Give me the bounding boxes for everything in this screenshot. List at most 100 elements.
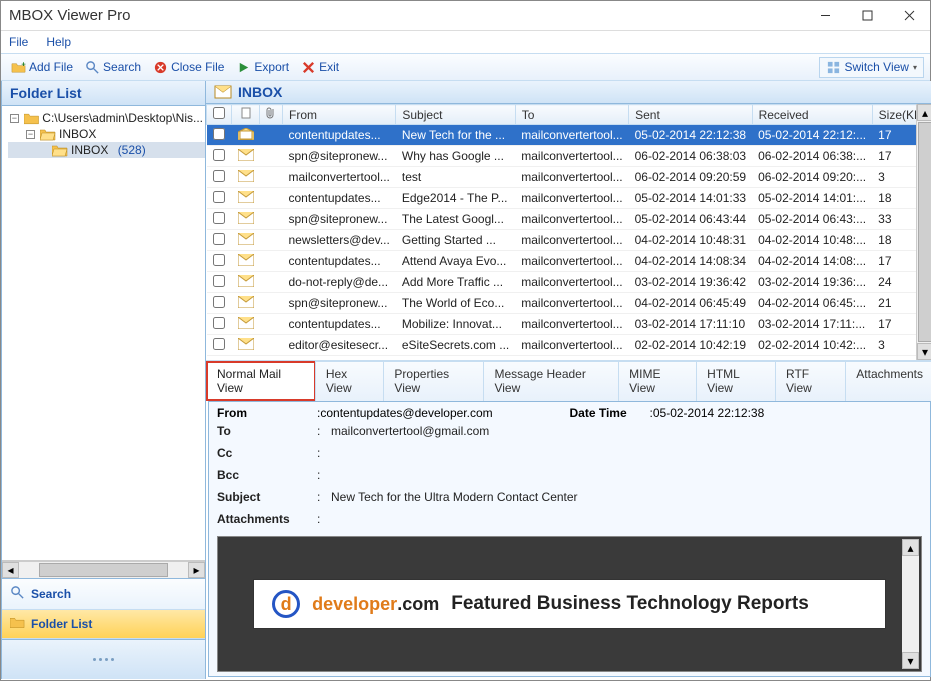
scroll-down-icon[interactable]: ▾ — [917, 343, 931, 360]
scroll-thumb[interactable] — [918, 122, 931, 342]
developer-logo-icon: d — [272, 590, 300, 618]
menu-help[interactable]: Help — [46, 35, 71, 49]
panel-handle[interactable] — [2, 639, 205, 679]
cell-received: 06-02-2014 09:20:... — [752, 167, 872, 188]
tree-inbox[interactable]: − INBOX — [8, 126, 205, 142]
row-checkbox[interactable] — [213, 170, 225, 182]
envelope-icon — [232, 167, 260, 188]
mail-preview[interactable]: d developer.com Featured Business Techno… — [217, 536, 922, 672]
cell-received: 04-02-2014 06:45:... — [752, 293, 872, 314]
menu-file[interactable]: File — [9, 35, 28, 49]
cell-subject: The Latest Googl... — [396, 209, 515, 230]
row-checkbox[interactable] — [213, 296, 225, 308]
preview-vscroll[interactable]: ▴ ▾ — [902, 539, 919, 669]
left-tab-folder-list[interactable]: Folder List — [2, 610, 205, 639]
tab-attachments[interactable]: Attachments — [845, 361, 931, 401]
table-row[interactable]: spn@sitepronew...Why has Google ...mailc… — [207, 146, 931, 167]
tree-inbox-child[interactable]: INBOX (528) — [8, 142, 205, 158]
col-sent[interactable]: Sent — [629, 105, 752, 125]
tab-properties-view[interactable]: Properties View — [383, 361, 484, 401]
cell-sent: 06-02-2014 06:38:03 — [629, 146, 752, 167]
cell-subject: New Tech for the ... — [396, 125, 515, 146]
col-from[interactable]: From — [283, 105, 396, 125]
tab-html-view[interactable]: HTML View — [696, 361, 776, 401]
tab-hex-view[interactable]: Hex View — [315, 361, 385, 401]
cell-subject: Why has Google ... — [396, 146, 515, 167]
tab-rtf-view[interactable]: RTF View — [775, 361, 846, 401]
minimize-button[interactable] — [804, 2, 846, 30]
value-bcc — [331, 468, 922, 482]
mail-grid[interactable]: From Subject To Sent Received Size(KB) c… — [206, 104, 931, 356]
left-tab-search[interactable]: Search — [2, 579, 205, 610]
close-file-button[interactable]: Close File — [149, 58, 228, 77]
value-datetime: 05-02-2014 22:12:38 — [653, 406, 764, 420]
table-row[interactable]: editor@esitesecr...eSiteSecrets.com ...m… — [207, 335, 931, 356]
row-checkbox[interactable] — [213, 191, 225, 203]
tab-normal-mail-view[interactable]: Normal Mail View — [206, 361, 316, 401]
right-panel: INBOX From Subject To Sent Received Size… — [206, 81, 931, 679]
row-checkbox[interactable] — [213, 233, 225, 245]
cell-sent: 05-02-2014 06:43:44 — [629, 209, 752, 230]
col-attachment[interactable] — [260, 105, 283, 125]
row-checkbox[interactable] — [213, 338, 225, 350]
row-checkbox[interactable] — [213, 128, 225, 140]
table-row[interactable]: mailconvertertool...testmailconvertertoo… — [207, 167, 931, 188]
col-icon[interactable] — [232, 105, 260, 125]
cell-to: mailconvertertool... — [515, 125, 628, 146]
row-checkbox[interactable] — [213, 317, 225, 329]
scroll-up-icon[interactable]: ▴ — [902, 539, 919, 556]
grid-vscroll[interactable]: ▴ ▾ — [916, 104, 931, 360]
cell-sent: 05-02-2014 14:01:33 — [629, 188, 752, 209]
tab-message-header-view[interactable]: Message Header View — [483, 361, 619, 401]
scroll-right-icon[interactable]: ▸ — [188, 562, 205, 578]
maximize-button[interactable] — [846, 2, 888, 30]
row-checkbox[interactable] — [213, 212, 225, 224]
collapse-icon[interactable]: − — [10, 114, 19, 123]
row-checkbox[interactable] — [213, 254, 225, 266]
label-subject: Subject — [217, 490, 317, 504]
cell-from: contentupdates... — [283, 125, 396, 146]
scroll-up-icon[interactable]: ▴ — [917, 104, 931, 121]
close-button[interactable] — [888, 2, 930, 30]
cell-received: 04-02-2014 14:08:... — [752, 251, 872, 272]
table-row[interactable]: spn@sitepronew...The Latest Googl...mail… — [207, 209, 931, 230]
exit-button[interactable]: Exit — [297, 58, 343, 77]
table-row[interactable]: contentupdates...Edge2014 - The P...mail… — [207, 188, 931, 209]
scroll-down-icon[interactable]: ▾ — [902, 652, 919, 669]
collapse-icon[interactable]: − — [26, 130, 35, 139]
check-all[interactable] — [213, 107, 225, 119]
row-checkbox[interactable] — [213, 275, 225, 287]
col-received[interactable]: Received — [752, 105, 872, 125]
col-to[interactable]: To — [515, 105, 628, 125]
search-button[interactable]: Search — [81, 58, 145, 77]
scroll-left-icon[interactable]: ◂ — [2, 562, 19, 578]
paperclip-icon — [266, 107, 276, 119]
tree-root[interactable]: − C:\Users\admin\Desktop\Nis... — [8, 110, 205, 126]
table-row[interactable]: newsletters@dev...Getting Started ...mai… — [207, 230, 931, 251]
grid-header-row[interactable]: From Subject To Sent Received Size(KB) — [207, 105, 931, 125]
tree-hscroll[interactable]: ◂ ▸ — [2, 561, 205, 578]
switch-view-button[interactable]: Switch View ▾ — [819, 57, 925, 78]
label-attachments: Attachments — [217, 512, 317, 526]
export-button[interactable]: Export — [232, 58, 293, 77]
row-checkbox[interactable] — [213, 149, 225, 161]
cell-sent: 02-02-2014 10:42:19 — [629, 335, 752, 356]
cell-subject: Mobilize: Innovat... — [396, 314, 515, 335]
add-file-button[interactable]: + Add File — [7, 58, 77, 77]
search-icon — [10, 585, 25, 603]
col-subject[interactable]: Subject — [396, 105, 515, 125]
tab-mime-view[interactable]: MIME View — [618, 361, 697, 401]
envelope-icon — [232, 335, 260, 356]
table-row[interactable]: contentupdates...Mobilize: Innovat...mai… — [207, 314, 931, 335]
table-row[interactable]: spn@sitepronew...The World of Eco...mail… — [207, 293, 931, 314]
table-row[interactable]: contentupdates...New Tech for the ...mai… — [207, 125, 931, 146]
scroll-thumb[interactable] — [39, 563, 168, 577]
table-row[interactable]: contentupdates...Attend Avaya Evo...mail… — [207, 251, 931, 272]
col-check[interactable] — [207, 105, 232, 125]
cell-from: contentupdates... — [283, 314, 396, 335]
cell-received: 05-02-2014 22:12:... — [752, 125, 872, 146]
table-row[interactable]: do-not-reply@de...Add More Traffic ...ma… — [207, 272, 931, 293]
folder-tree[interactable]: − C:\Users\admin\Desktop\Nis... − INBOX … — [2, 106, 205, 561]
cell-to: mailconvertertool... — [515, 146, 628, 167]
envelope-icon — [232, 188, 260, 209]
